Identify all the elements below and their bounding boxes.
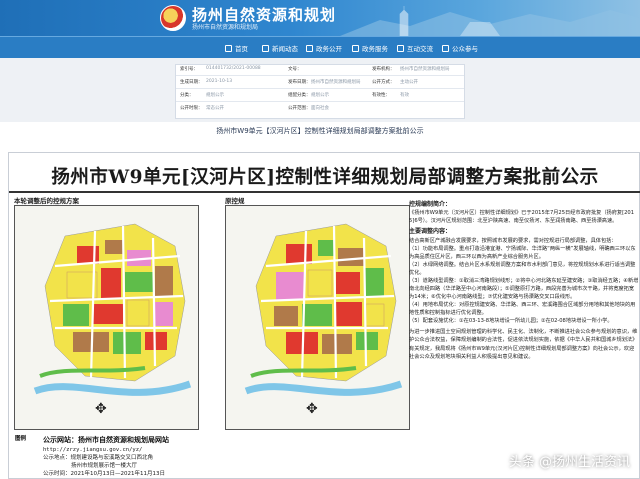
nav-label: 互动交流 [407,45,433,53]
place-value: 扬州市规划展示馆一楼大厅 [71,463,138,469]
notice-paragraph: 结合高新区产城融合发展要求，按照城市发展的要求，需对控规进行局部调整，具体包括： [409,237,617,244]
info-value: 规划公示 [311,93,329,98]
toutiao-watermark: 头条 @扬州生活资讯 [508,454,630,470]
nav-label: 公众参与 [452,45,478,53]
poster-title: 扬州市W9单元[汉河片区]控制性详细规划局部调整方案批前公示 [51,167,599,188]
header-landscape-illustration [340,6,640,36]
announcement-poster: 扬州市W9单元[汉河片区]控制性详细规划局部调整方案批前公示 本轮调整后的控规方… [8,152,640,479]
nav-public-affairs[interactable]: 政务公开 [306,42,342,54]
notice-paragraph: （5）配套设施优化：①在03-13-8地块增设一所幼儿园；②在02-08地块增设… [409,318,613,325]
north-arrow-icon: ✥ [306,401,318,417]
notice-heading: 控规编制简介： [409,201,452,208]
notice-paragraph: （1）功能布局调整。重点打造沿港宜港、宁扬城际、华洋路“两纵一横”发展轴线，明确… [409,245,636,260]
legend-label: 图例 [15,436,27,442]
notice-paragraph: 《扬州市W9单元（汉河片区）控制性详细规划》已于2015年7月25日经市政府批复… [409,210,635,225]
info-label: 发布日期： [288,80,311,85]
info-label: 组配分类： [288,93,311,98]
site-logo[interactable] [160,5,186,31]
site-header: 扬州自然资源和规划 扬州市自然资源和规划局 [0,0,640,36]
place-value: 规划建设路与宏溪路交叉口西北角 [70,454,154,461]
nav-label: 政务服务 [362,45,388,53]
nav-participation[interactable]: 公众参与 [442,42,478,54]
info-label: 有效性： [372,93,390,98]
info-label: 公开时限： [180,106,203,111]
site-nav: 首页 新闻动态 政务公开 政务服务 互动交流 公众参与 [0,36,640,58]
publicity-url[interactable]: http://zrzy.jiangsu.gov.cn/yz/ [43,446,403,454]
info-label: 分类： [180,93,194,98]
info-row: 生成日期： 2021-10-13 发布日期： 扬州市自然资源和规划局 公开方式：… [176,78,464,89]
publicity-website: 公示网站：扬州市自然资源和规划局网站 [43,436,169,444]
info-label: 索引号： [180,67,198,72]
notice-text: 控规编制简介： 《扬州市W9单元（汉河片区）控制性详细规划》已于2015年7月2… [409,198,639,473]
info-label: 发布机构： [372,67,395,72]
place-label: 公示地点： [43,454,71,461]
info-value: 014401732/2021-00088 [206,66,261,71]
publicity-place-2: 扬州市规划展示馆一楼大厅 [43,462,403,470]
info-label: 公开范围： [288,106,311,111]
participation-icon [442,44,449,52]
notice-heading: 主要调整内容： [409,228,452,236]
news-icon [262,44,269,52]
notice-paragraph: （4）用地布局优化：对原控规建安路、华洋路、西三环、宏溪路围合区域部分用地和其他… [409,302,636,317]
nav-service[interactable]: 政务服务 [352,42,388,54]
info-value: 主动公开 [400,80,418,85]
info-row: 分类： 规划公示 组配分类： 规划公示 有效性： 有效 [176,91,464,102]
public-affairs-icon [306,44,313,52]
nav-interaction[interactable]: 互动交流 [397,42,433,54]
info-label: 公开方式： [372,80,395,85]
nav-home[interactable]: 首页 [225,42,248,54]
interaction-icon [397,44,404,52]
nav-label: 政务公开 [316,45,342,53]
nav-news[interactable]: 新闻动态 [262,42,298,54]
site-subtitle: 扬州市自然资源和规划局 [192,24,259,31]
title-divider [9,191,640,193]
home-icon [225,44,232,52]
adjusted-plan-map: ✥ [14,205,199,430]
document-info-card: 索引号： 014401732/2021-00088 文号： 发布机构： 扬州市自… [175,64,465,119]
notice-paragraph: 为进一步推进国土空间规划管理的科学化、民主化、法制化，不断推进社会公众参与规划的… [409,329,638,360]
info-value: 扬州市自然资源和规划局 [400,67,450,72]
info-label: 生成日期： [180,80,203,85]
info-value: 扬州市自然资源和规划局 [311,80,361,85]
info-value: 规划公示 [206,93,224,98]
publicity-info: 公示网站：扬州市自然资源和规划局网站 http://zrzy.jiangsu.g… [43,435,403,479]
north-arrow-icon: ✥ [95,401,107,417]
info-row: 索引号： 014401732/2021-00088 文号： 发布机构： 扬州市自… [176,65,464,76]
original-plan-map: ✥ [225,205,410,430]
service-icon [352,44,359,52]
notice-paragraph: （3）道路线型调整：①取消三湾路规划线形；②将中心河北路东延至建安路；③取消经五… [409,278,639,301]
info-value: 面向社会 [311,106,329,111]
info-value: 有效 [400,93,409,98]
document-caption: 扬州市W9单元【汉河片区】控制性详细规划局部调整方案批前公示 [216,127,424,135]
info-value: 2021-10-13 [206,79,233,84]
website-screenshot: 扬州自然资源和规划 扬州市自然资源和规划局 首页 新闻动态 政务公开 政务服务 … [0,0,640,122]
nav-label: 首页 [235,45,248,53]
right-map-label: 原控规 [225,197,245,205]
left-map-label: 本轮调整后的控规方案 [14,197,79,205]
nav-label: 新闻动态 [272,45,298,53]
adjusted-land-use-map [15,206,198,429]
info-value: 常态公开 [206,106,224,111]
publicity-time: 公示时间：2021年10月13日—2021年11月13日 [43,471,165,478]
info-label: 文号： [288,67,302,72]
original-land-use-map [226,206,409,429]
publicity-place-1: 公示地点：规划建设路与宏溪路交叉口西北角 [43,454,403,462]
info-row: 公开时限： 常态公开 公开范围： 面向社会 [176,104,464,115]
notice-paragraph: （2）水绿网络调整。结合片区水系规划调整方案和市水利部门意见，将控规规划水系进行… [409,261,636,276]
